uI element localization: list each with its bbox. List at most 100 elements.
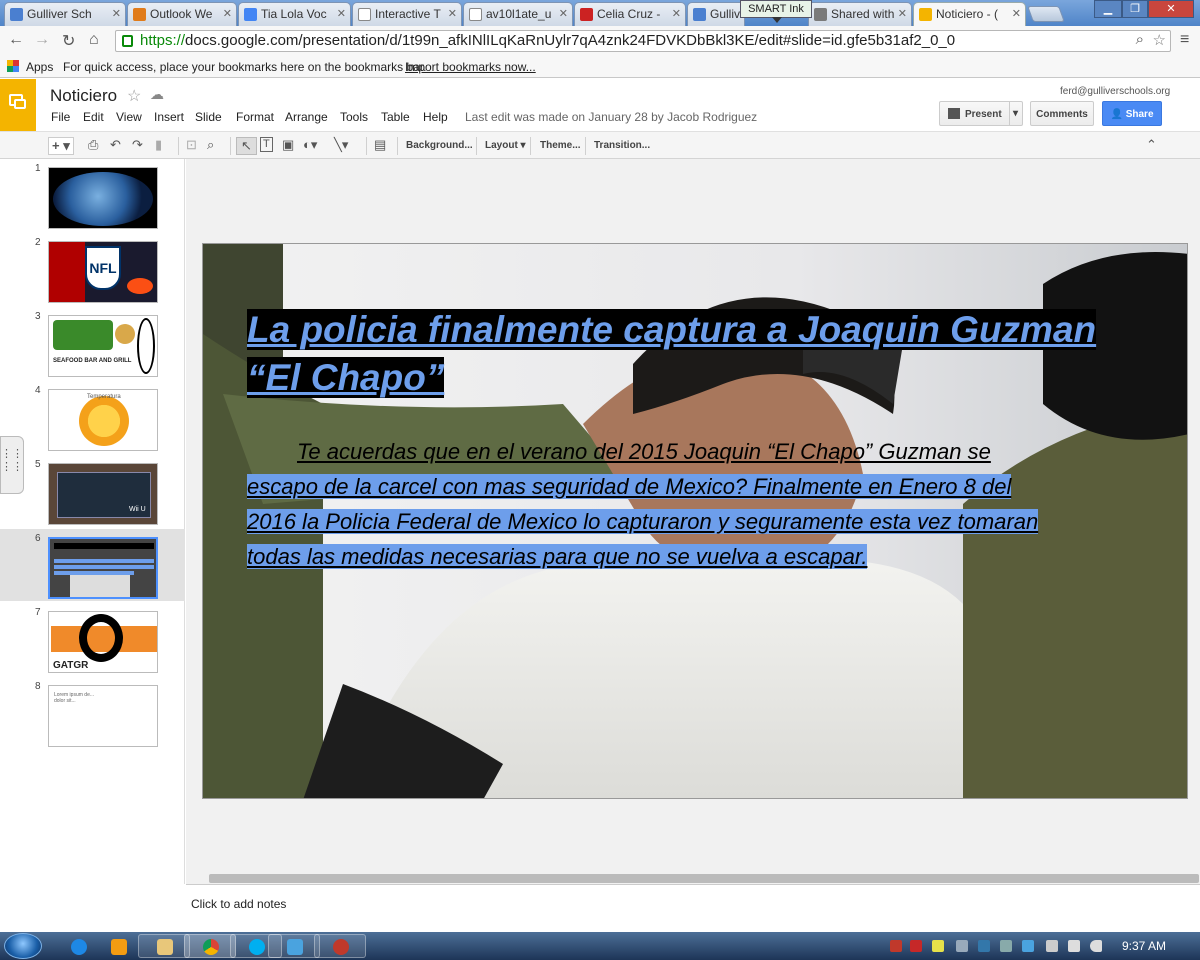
- browser-tab[interactable]: Tia Lola Voc ✕: [238, 2, 351, 26]
- browser-tab[interactable]: av10l1ate_u ✕: [463, 2, 573, 26]
- slide-thumbnail[interactable]: Wii U: [48, 463, 158, 525]
- volume-icon[interactable]: [1090, 940, 1102, 952]
- slide-thumbnail[interactable]: [48, 167, 158, 229]
- apps-link[interactable]: Apps: [26, 60, 53, 74]
- star-icon[interactable]: ☆: [127, 86, 141, 106]
- start-button[interactable]: [4, 933, 42, 959]
- tray-icon[interactable]: [1022, 940, 1034, 952]
- close-icon[interactable]: ✕: [223, 7, 232, 20]
- menu-insert[interactable]: Insert: [154, 110, 184, 124]
- tray-icon[interactable]: [978, 940, 990, 952]
- slide-body-text[interactable]: Te acuerdas que en el verano del 2015 Jo…: [247, 434, 1140, 574]
- slide-thumbnail[interactable]: Temperatura: [48, 389, 158, 451]
- user-email[interactable]: ferd@gulliverschools.org: [1060, 86, 1170, 97]
- slide-thumbnail-row[interactable]: 3 SEAFOOD BAR AND GRILL: [0, 307, 185, 379]
- text-box-icon[interactable]: T: [260, 137, 273, 152]
- select-cursor-icon[interactable]: ↖: [236, 137, 257, 155]
- taskbar-chrome[interactable]: [184, 934, 236, 958]
- close-icon[interactable]: ✕: [112, 7, 121, 20]
- tray-icon[interactable]: [1000, 940, 1012, 952]
- slide-thumbnail-row[interactable]: 8 Lorem ipsum de... dolor sit...: [0, 677, 185, 749]
- restore-button[interactable]: ❐: [1122, 0, 1148, 18]
- back-icon[interactable]: ←: [8, 31, 24, 49]
- present-dropdown-icon[interactable]: ▾: [1009, 102, 1018, 125]
- image-icon[interactable]: ▣: [282, 137, 294, 153]
- acrobat-icon[interactable]: [890, 940, 902, 952]
- bookmark-star-icon[interactable]: ☆: [1153, 31, 1166, 49]
- chrome-menu-icon[interactable]: ≡: [1180, 31, 1189, 49]
- forward-icon[interactable]: →: [34, 31, 50, 49]
- theme-button[interactable]: Theme...: [540, 140, 581, 151]
- comment-icon[interactable]: ▤: [374, 137, 386, 153]
- browser-tab[interactable]: Interactive T ✕: [352, 2, 462, 26]
- menu-edit[interactable]: Edit: [83, 110, 104, 124]
- tray-icon[interactable]: [956, 940, 968, 952]
- address-bar[interactable]: https://docs.google.com/presentation/d/1…: [115, 30, 1171, 52]
- slide-thumbnail-row[interactable]: 4 Temperatura: [0, 381, 185, 453]
- print-icon[interactable]: ⎙: [88, 137, 98, 153]
- horizontal-scrollbar[interactable]: [209, 874, 1199, 883]
- transition-button[interactable]: Transition...: [594, 140, 650, 151]
- taskbar-app[interactable]: [314, 934, 366, 958]
- slide-thumbnail[interactable]: NFL: [48, 241, 158, 303]
- menu-arrange[interactable]: Arrange: [285, 110, 328, 124]
- mcafee-icon[interactable]: [910, 940, 922, 952]
- undo-icon[interactable]: ↶: [110, 137, 121, 153]
- taskbar-media-player[interactable]: [92, 934, 144, 958]
- close-icon[interactable]: ✕: [337, 7, 346, 20]
- document-title[interactable]: Noticiero: [50, 86, 117, 106]
- taskbar-clock[interactable]: 9:37 AM: [1122, 939, 1166, 953]
- menu-file[interactable]: File: [51, 110, 70, 124]
- paint-format-icon[interactable]: ▮: [155, 137, 162, 153]
- comments-button[interactable]: Comments: [1030, 101, 1094, 126]
- menu-slide[interactable]: Slide: [195, 110, 222, 124]
- new-tab-button[interactable]: [1027, 6, 1065, 22]
- filmstrip-handle[interactable]: ⋮⋮ ⋮⋮: [0, 436, 24, 494]
- window-close-button[interactable]: ✕: [1148, 0, 1194, 18]
- menu-view[interactable]: View: [116, 110, 142, 124]
- zoom-icon[interactable]: ⌕: [1136, 31, 1144, 48]
- close-icon[interactable]: ✕: [672, 7, 681, 20]
- last-edit-status[interactable]: Last edit was made on January 28 by Jaco…: [465, 110, 757, 124]
- menu-table[interactable]: Table: [381, 110, 410, 124]
- slide-thumbnail[interactable]: Lorem ipsum de... dolor sit...: [48, 685, 158, 747]
- browser-tab-active[interactable]: Noticiero - (✕: [913, 2, 1026, 26]
- slide-thumbnail-row-selected[interactable]: 6: [0, 529, 185, 601]
- slide-thumbnail-row[interactable]: 1: [0, 159, 185, 231]
- browser-tab[interactable]: Celia Cruz - ✕: [574, 2, 686, 26]
- reload-icon[interactable]: ↻: [62, 31, 75, 51]
- slides-logo-icon[interactable]: [0, 79, 36, 131]
- present-button[interactable]: Present ▾: [939, 101, 1023, 126]
- layout-button[interactable]: Layout ▾: [485, 140, 526, 151]
- browser-tab[interactable]: Shared with ✕: [808, 2, 912, 26]
- close-icon[interactable]: ✕: [448, 7, 457, 20]
- action-center-icon[interactable]: [1046, 940, 1058, 952]
- slide-thumbnail-row[interactable]: 5 Wii U: [0, 455, 185, 527]
- zoom-icon[interactable]: ⌕: [207, 137, 214, 153]
- notes-icon[interactable]: [932, 940, 944, 952]
- slide-thumbnail-row[interactable]: 2 NFL: [0, 233, 185, 305]
- slide-title[interactable]: La policia finalmente captura a Joaquin …: [247, 306, 1127, 402]
- taskbar-explorer[interactable]: [138, 934, 190, 958]
- background-button[interactable]: Background...: [406, 140, 473, 151]
- shape-icon[interactable]: ◐▾: [303, 137, 317, 153]
- line-icon[interactable]: ╲▾: [334, 137, 348, 153]
- collapse-toolbar-icon[interactable]: ⌃: [1146, 137, 1157, 153]
- slide-title-box[interactable]: La policia finalmente captura a Joaquin …: [247, 306, 1127, 402]
- minimize-button[interactable]: ▁: [1094, 0, 1122, 18]
- close-icon[interactable]: ✕: [898, 7, 907, 20]
- slide-thumbnail-row[interactable]: 7 GATGR: [0, 603, 185, 675]
- browser-tab[interactable]: Gulliv: [687, 2, 745, 26]
- speaker-notes[interactable]: Click to add notes: [186, 884, 1200, 932]
- home-icon[interactable]: ⌂: [89, 31, 99, 49]
- slide-body-box[interactable]: Te acuerdas que en el verano del 2015 Jo…: [247, 434, 1140, 574]
- slide-thumbnail[interactable]: GATGR: [48, 611, 158, 673]
- close-icon[interactable]: ✕: [559, 7, 568, 20]
- menu-tools[interactable]: Tools: [340, 110, 368, 124]
- smart-ink-toolbar[interactable]: SMART Ink: [740, 0, 812, 23]
- import-bookmarks-link[interactable]: Import bookmarks now...: [405, 60, 536, 74]
- browser-tab[interactable]: Gulliver Sch ✕: [4, 2, 126, 26]
- current-slide[interactable]: La policia finalmente captura a Joaquin …: [202, 243, 1188, 799]
- slide-thumbnail[interactable]: [48, 537, 158, 599]
- menu-format[interactable]: Format: [236, 110, 274, 124]
